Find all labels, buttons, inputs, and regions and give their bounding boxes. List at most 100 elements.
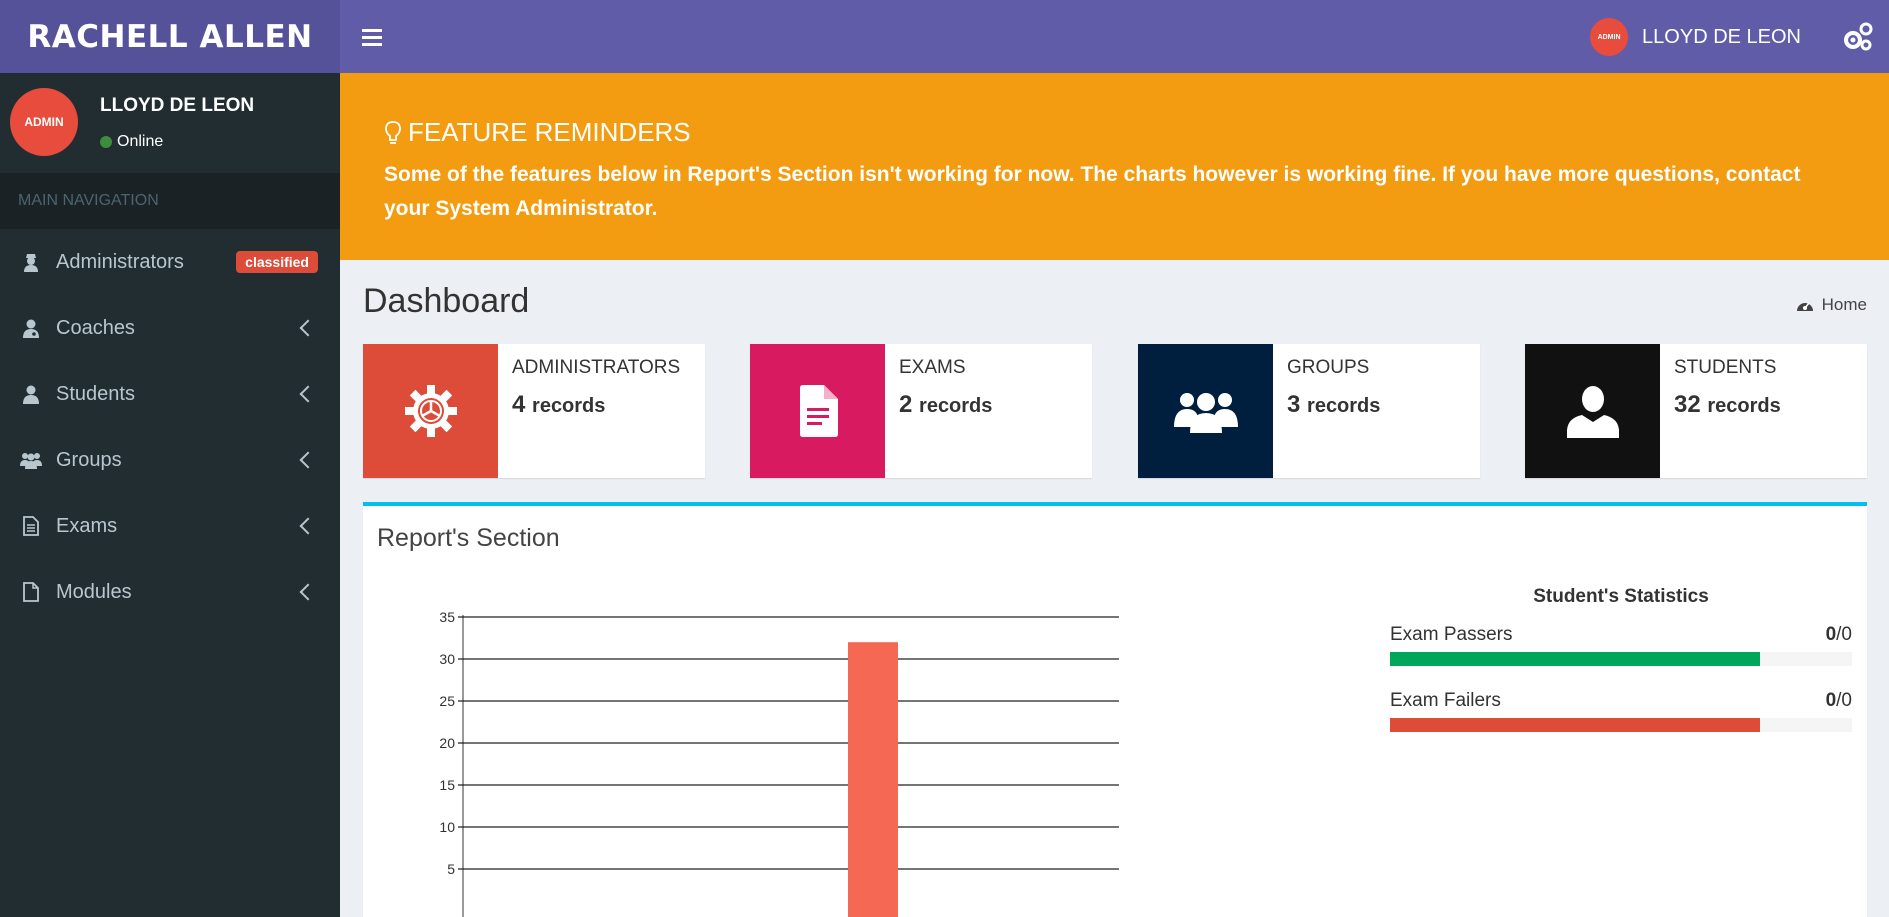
info-box-content: EXAMS 2 records bbox=[885, 344, 1006, 478]
stat-label: Exam Passers bbox=[1390, 624, 1513, 645]
breadcrumb-home[interactable]: Home bbox=[1822, 295, 1867, 315]
info-box-icon bbox=[363, 344, 498, 478]
y-tick-label: 25 bbox=[439, 693, 455, 709]
stat-value: 0 bbox=[1825, 690, 1837, 711]
stat-value: 0 bbox=[1825, 624, 1837, 645]
info-box-administrators[interactable]: ADMINISTRATORS 4 records bbox=[363, 344, 705, 478]
stat-value-wrap: 0/0 bbox=[1826, 690, 1852, 712]
page-title: Dashboard bbox=[363, 282, 530, 320]
sidebar-item-label: Modules bbox=[56, 580, 132, 603]
stat-label: Exam Failers bbox=[1390, 690, 1501, 711]
nav-header: MAIN NAVIGATION bbox=[0, 173, 340, 229]
info-box-content: STUDENTS 32 records bbox=[1660, 344, 1795, 478]
file-text-icon bbox=[799, 385, 838, 437]
info-box-count: 4 bbox=[512, 391, 526, 418]
gears-icon[interactable] bbox=[1841, 20, 1875, 54]
status-label: Online bbox=[117, 133, 164, 150]
info-box-students[interactable]: STUDENTS 32 records bbox=[1525, 344, 1867, 478]
info-box-label: EXAMS bbox=[899, 357, 966, 378]
chevron-left-icon bbox=[299, 319, 317, 337]
chevron-left-icon bbox=[299, 583, 317, 601]
stat-total: /0 bbox=[1836, 690, 1852, 711]
y-tick-label: 35 bbox=[439, 609, 455, 625]
info-box-label: GROUPS bbox=[1287, 357, 1370, 378]
dashboard-icon bbox=[1796, 302, 1813, 311]
student-statistics: Student's Statistics Exam Passers 0/0 Ex… bbox=[1390, 586, 1852, 756]
y-tick-label: 15 bbox=[439, 777, 455, 793]
sidebar-item-groups[interactable]: Groups bbox=[0, 427, 340, 493]
y-tick-label: 30 bbox=[439, 651, 455, 667]
online-status: Online bbox=[100, 133, 163, 151]
classified-badge: classified bbox=[236, 251, 318, 273]
stat-exam-passers: Exam Passers 0/0 bbox=[1390, 624, 1852, 666]
user-icon bbox=[1566, 386, 1619, 438]
stat-exam-failers: Exam Failers 0/0 bbox=[1390, 690, 1852, 732]
stats-title: Student's Statistics bbox=[1533, 586, 1709, 607]
info-box-label: ADMINISTRATORS bbox=[512, 357, 681, 378]
reminder-text: Some of the features below in Report's S… bbox=[384, 163, 1801, 220]
sidebar-item-label: Coaches bbox=[56, 316, 135, 339]
info-box-unit: records bbox=[1707, 395, 1781, 417]
sidebar-item-exams[interactable]: Exams bbox=[0, 493, 340, 559]
reminder-title: FEATURE REMINDERS bbox=[384, 117, 1867, 148]
status-dot-icon bbox=[100, 136, 112, 148]
users-icon bbox=[20, 449, 42, 471]
avatar: ADMIN bbox=[1590, 18, 1629, 56]
sidebar-user-name: LLOYD DE LEON bbox=[100, 95, 255, 116]
sidebar-item-label: Students bbox=[56, 382, 135, 405]
sidebar-item-administrators[interactable]: Administrators classified bbox=[0, 229, 340, 295]
sidebar-item-modules[interactable]: Modules bbox=[0, 559, 340, 625]
file-icon bbox=[20, 581, 42, 603]
info-box-count: 2 bbox=[899, 391, 913, 418]
info-box-groups[interactable]: GROUPS 3 records bbox=[1138, 344, 1480, 478]
file-text-icon bbox=[20, 515, 42, 537]
info-box-icon bbox=[1525, 344, 1660, 478]
gear-icon bbox=[404, 385, 457, 437]
report-title: Report's Section bbox=[377, 524, 560, 552]
sidebar-item-coaches[interactable]: Coaches bbox=[0, 295, 340, 361]
breadcrumb[interactable]: Home bbox=[1796, 295, 1867, 315]
info-box-unit: records bbox=[1307, 395, 1381, 417]
y-tick-label: 10 bbox=[439, 819, 455, 835]
sidebar-item-label: Administrators bbox=[56, 250, 184, 273]
progress-bar-failers bbox=[1390, 718, 1760, 732]
sidebar-item-students[interactable]: Students bbox=[0, 361, 340, 427]
info-box-label: STUDENTS bbox=[1674, 357, 1777, 378]
sidebar: ADMIN LLOYD DE LEON Online MAIN NAVIGATI… bbox=[0, 73, 340, 917]
info-box-content: GROUPS 3 records bbox=[1273, 344, 1394, 478]
info-box-number: 4 records bbox=[512, 391, 680, 419]
user-menu[interactable]: ADMIN LLOYD DE LEON bbox=[1590, 18, 1801, 56]
avatar: ADMIN bbox=[10, 88, 78, 156]
progress-track bbox=[1390, 718, 1852, 732]
info-box-count: 32 bbox=[1674, 391, 1701, 418]
reminder-title-text: FEATURE REMINDERS bbox=[408, 117, 691, 147]
y-tick-label: 5 bbox=[447, 861, 455, 877]
top-navbar: ADMIN LLOYD DE LEON bbox=[340, 0, 1889, 73]
info-box-number: 32 records bbox=[1674, 391, 1781, 419]
progress-bar-passers bbox=[1390, 652, 1760, 666]
sidebar-item-label: Exams bbox=[56, 514, 118, 537]
info-box-number: 3 records bbox=[1287, 391, 1380, 419]
bar-chart: 35 30 25 20 15 10 5 bbox=[439, 609, 1119, 917]
chart-bar bbox=[848, 642, 898, 917]
user-secret-icon bbox=[20, 251, 42, 273]
chevron-left-icon bbox=[299, 385, 317, 403]
sidebar-toggle-icon[interactable] bbox=[360, 22, 390, 52]
user-icon bbox=[20, 383, 42, 405]
user-panel: ADMIN LLOYD DE LEON Online bbox=[0, 73, 340, 173]
app-logo[interactable]: RACHELL ALLEN bbox=[0, 0, 340, 73]
progress-track bbox=[1390, 652, 1852, 666]
info-box-icon bbox=[750, 344, 885, 478]
info-box-icon bbox=[1138, 344, 1273, 478]
sidebar-item-label: Groups bbox=[56, 448, 122, 471]
y-tick-label: 20 bbox=[439, 735, 455, 751]
stat-value-wrap: 0/0 bbox=[1826, 624, 1852, 646]
info-box-number: 2 records bbox=[899, 391, 992, 419]
chevron-left-icon bbox=[299, 517, 317, 535]
user-name: LLOYD DE LEON bbox=[1642, 25, 1801, 48]
chevron-left-icon bbox=[299, 451, 317, 469]
lightbulb-icon bbox=[385, 120, 401, 144]
report-section: Report's Section 35 30 25 20 15 10 5 Student's… bbox=[363, 502, 1867, 917]
users-icon bbox=[1173, 393, 1238, 433]
info-box-exams[interactable]: EXAMS 2 records bbox=[750, 344, 1092, 478]
